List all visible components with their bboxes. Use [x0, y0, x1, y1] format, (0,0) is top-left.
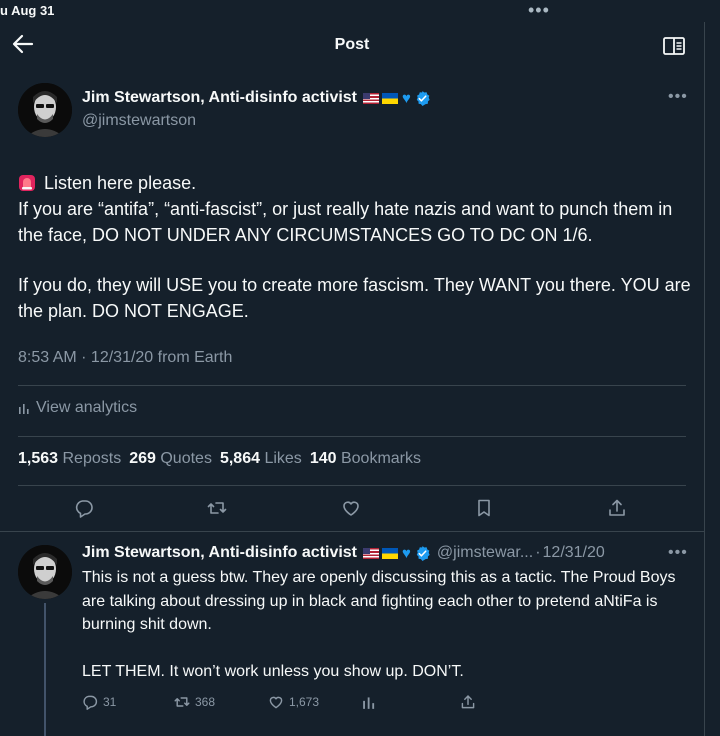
author-handle[interactable]: @jimstewartson — [82, 112, 196, 130]
reply-repost-button[interactable]: 368 — [174, 694, 215, 710]
divider — [18, 436, 686, 437]
bookmark-icon — [478, 499, 490, 517]
us-flag-icon — [363, 92, 380, 104]
more-options-icon[interactable]: ••• — [668, 544, 688, 562]
rotating-light-icon — [19, 175, 35, 191]
multitask-dots-icon[interactable]: ••• — [528, 0, 550, 21]
reply-author-name[interactable]: Jim Stewartson, Anti-disinfo activist — [82, 544, 357, 562]
stat-bookmarks[interactable]: 140 Bookmarks — [310, 450, 421, 468]
nav-bar: Post — [0, 22, 720, 70]
separator: · — [535, 544, 541, 561]
post-text: Listen here please. If you are “antifa”,… — [18, 170, 698, 324]
post-line-3: If you do, they will USE you to create m… — [18, 275, 691, 321]
like-count: 1,673 — [289, 695, 320, 709]
reply-avatar[interactable] — [18, 545, 72, 599]
divider — [0, 531, 704, 532]
author-name-row[interactable]: Jim Stewartson, Anti-disinfo activist ♥ — [82, 89, 431, 107]
ukraine-flag-icon — [382, 547, 399, 559]
reply-share-button[interactable] — [460, 694, 476, 710]
column-divider — [704, 22, 705, 736]
reply-analytics-button[interactable] — [362, 694, 378, 710]
reply-count: 31 — [103, 695, 117, 709]
status-time: u Aug 31 — [0, 3, 55, 18]
heart-icon — [269, 696, 283, 709]
avatar-portrait-icon — [18, 545, 72, 599]
blue-heart-icon: ♥ — [402, 544, 411, 562]
like-button[interactable] — [341, 498, 361, 518]
retweet-icon — [207, 502, 227, 514]
reply-date[interactable]: 12/31/20 — [543, 544, 605, 562]
post-line-1-text: Listen here please. — [44, 173, 197, 193]
page-title: Post — [334, 36, 370, 53]
reply-text: This is not a guess btw. They are openly… — [82, 566, 692, 683]
stat-likes[interactable]: 5,864 Likes — [220, 450, 302, 468]
bookmark-button[interactable] — [474, 498, 494, 518]
blue-heart-icon: ♥ — [402, 89, 411, 107]
reply-author-handle[interactable]: @jimstewar... — [437, 544, 533, 562]
comment-icon — [75, 500, 93, 518]
ukraine-flag-icon — [382, 92, 399, 104]
bar-chart-icon — [363, 697, 375, 709]
heart-icon — [343, 501, 359, 516]
repost-button[interactable] — [207, 498, 227, 518]
reply-action-bar: 31 368 1,673 — [82, 694, 502, 712]
reply-author-row[interactable]: Jim Stewartson, Anti-disinfo activist ♥ … — [82, 544, 605, 562]
status-bar: u Aug 31 ••• — [0, 0, 720, 22]
share-icon — [609, 499, 625, 516]
comment-icon — [83, 695, 98, 710]
reply-button[interactable] — [74, 498, 94, 518]
divider — [18, 485, 686, 486]
post-line-1: Listen here please. — [18, 170, 698, 196]
engagement-stats: 1,563 Reposts 269 Quotes 5,864 Likes 140… — [18, 450, 421, 468]
share-button[interactable] — [607, 498, 627, 518]
reply-paragraph-1: This is not a guess btw. They are openly… — [82, 569, 676, 633]
share-icon — [461, 695, 475, 709]
post-timestamp[interactable]: 8:53 AM · 12/31/20 from Earth — [18, 349, 232, 367]
us-flag-icon — [363, 547, 380, 559]
reply-reply-button[interactable]: 31 — [82, 694, 116, 710]
repost-count: 368 — [195, 695, 216, 709]
post-line-2: If you are “antifa”, “anti-fascist”, or … — [18, 199, 673, 245]
avatar[interactable] — [18, 83, 72, 137]
stat-reposts[interactable]: 1,563 Reposts — [18, 450, 121, 468]
verified-badge-icon — [416, 90, 430, 106]
verified-badge-icon — [416, 545, 430, 561]
profile-emojis: ♥ — [363, 90, 411, 107]
reply-paragraph-2: LET THEM. It won’t work unless you show … — [82, 662, 464, 680]
stat-quotes[interactable]: 269 Quotes — [129, 450, 212, 468]
retweet-icon — [174, 697, 190, 707]
reader-mode-icon[interactable] — [662, 36, 686, 56]
thread-connector — [44, 603, 46, 736]
avatar-portrait-icon — [18, 83, 72, 137]
divider — [18, 385, 686, 386]
author-name[interactable]: Jim Stewartson, Anti-disinfo activist — [82, 89, 357, 107]
more-options-icon[interactable]: ••• — [668, 88, 688, 106]
bar-chart-icon — [19, 404, 29, 414]
profile-emojis: ♥ — [363, 545, 411, 562]
view-analytics-link[interactable]: View analytics — [18, 399, 137, 417]
view-analytics-label[interactable]: View analytics — [36, 399, 137, 417]
reply-like-button[interactable]: 1,673 — [268, 694, 319, 710]
